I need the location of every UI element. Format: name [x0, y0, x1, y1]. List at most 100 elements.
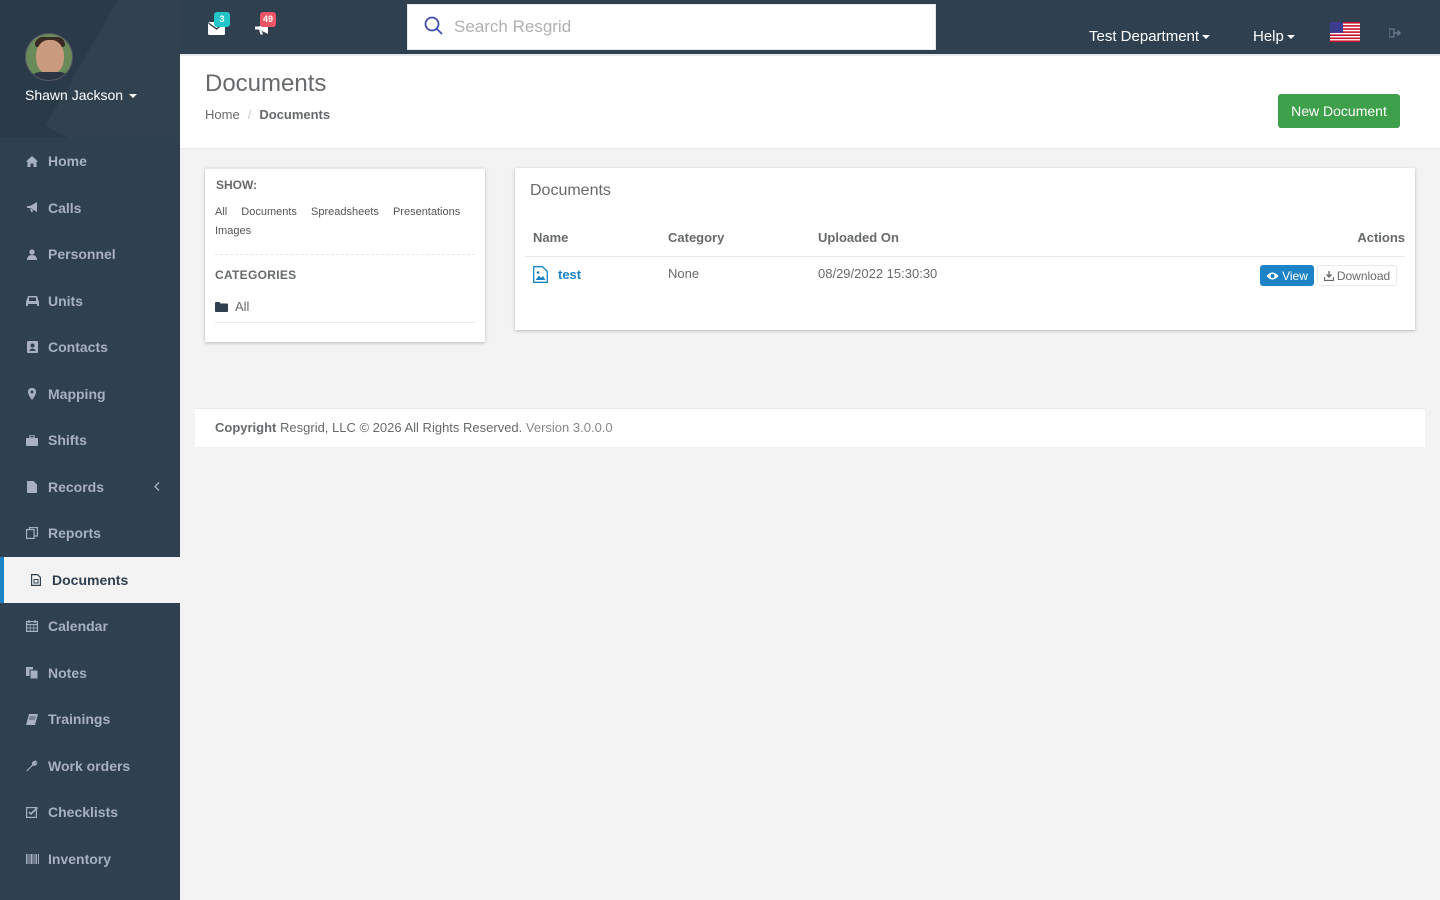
sidebar-item-inventory[interactable]: Inventory	[0, 836, 180, 883]
chevron-left-icon	[154, 480, 160, 494]
document-category: None	[668, 266, 700, 281]
us-flag-icon[interactable]	[1330, 22, 1360, 42]
sidebar-item-units[interactable]: Units	[0, 278, 180, 325]
sidebar-item-label: Work orders	[48, 757, 131, 774]
profile-name: Shawn Jackson	[25, 87, 124, 103]
copyright-label: Copyright	[215, 420, 277, 435]
sidebar-item-label: Documents	[52, 571, 129, 588]
page-title: Documents	[205, 70, 327, 97]
sidebar-item-label: Personnel	[48, 246, 116, 263]
copy-icon	[25, 526, 39, 540]
column-header-category[interactable]: Category	[668, 230, 724, 245]
view-button[interactable]: View	[1260, 265, 1314, 286]
sign-out-icon	[1388, 28, 1401, 38]
documents-panel: Documents Name Category Uploaded On Acti…	[515, 168, 1415, 330]
logout-button[interactable]	[1388, 26, 1401, 41]
filter-images[interactable]: Images	[215, 225, 251, 237]
contact-card-icon	[25, 340, 39, 354]
filter-all[interactable]: All	[215, 206, 227, 218]
calls-button[interactable]: 49	[254, 12, 277, 38]
image-file-icon	[533, 266, 548, 283]
truck-icon	[25, 294, 39, 308]
sidebar-item-reports[interactable]: Reports	[0, 510, 180, 557]
sidebar-item-label: Trainings	[48, 711, 111, 728]
sidebar-item-mapping[interactable]: Mapping	[0, 371, 180, 418]
breadcrumb: Home / Documents	[205, 107, 330, 122]
document-name-link[interactable]: test	[533, 266, 581, 283]
column-header-actions: Actions	[1357, 230, 1405, 245]
filter-spreadsheets[interactable]: Spreadsheets	[311, 206, 379, 218]
download-label: Download	[1336, 268, 1391, 283]
search-box	[407, 4, 936, 50]
file-icon	[25, 480, 39, 494]
type-filter-list: All Documents Spreadsheets Presentations…	[215, 203, 475, 241]
briefcase-icon	[25, 433, 39, 447]
sidebar-item-label: Notes	[48, 664, 87, 681]
checklist-icon	[25, 805, 39, 819]
sidebar-item-label: Records	[48, 478, 105, 495]
download-icon	[1323, 270, 1334, 281]
filter-documents[interactable]: Documents	[241, 206, 297, 218]
sidebar-item-work-orders[interactable]: Work orders	[0, 743, 180, 790]
divider	[215, 254, 475, 255]
sidebar: Shawn Jackson Home Calls Personnel Units…	[0, 0, 180, 900]
search-icon	[424, 16, 443, 35]
document-name: test	[558, 267, 582, 282]
download-button[interactable]: Download	[1317, 265, 1397, 286]
bullhorn-icon	[25, 201, 39, 215]
department-dropdown[interactable]: Test Department	[1089, 28, 1211, 45]
caret-down-icon	[129, 94, 138, 99]
eye-icon	[1266, 272, 1279, 279]
column-header-name[interactable]: Name	[533, 230, 568, 245]
category-label: All	[235, 299, 250, 314]
document-uploaded-on: 08/29/2022 15:30:30	[818, 266, 938, 281]
avatar[interactable]	[25, 33, 73, 81]
barcode-icon	[25, 852, 39, 866]
wrench-icon	[25, 759, 39, 773]
search-input[interactable]	[454, 17, 914, 37]
sidebar-item-checklists[interactable]: Checklists	[0, 789, 180, 836]
sidebar-item-trainings[interactable]: Trainings	[0, 696, 180, 743]
profile-header: Shawn Jackson	[0, 0, 180, 138]
view-label: View	[1282, 268, 1308, 283]
breadcrumb-home[interactable]: Home	[205, 107, 240, 122]
footer: Copyright Resgrid, LLC © 2026 All Rights…	[195, 408, 1425, 447]
filter-presentations[interactable]: Presentations	[393, 206, 460, 218]
sidebar-item-label: Reports	[48, 525, 101, 542]
new-document-button[interactable]: New Document	[1278, 94, 1400, 128]
sidebar-item-calendar[interactable]: Calendar	[0, 603, 180, 650]
category-item-all[interactable]: All	[215, 299, 249, 314]
sidebar-item-notes[interactable]: Notes	[0, 650, 180, 697]
sidebar-item-contacts[interactable]: Contacts	[0, 324, 180, 371]
sidebar-item-label: Inventory	[48, 850, 112, 867]
folder-icon	[215, 301, 228, 312]
help-label: Help	[1253, 28, 1284, 45]
sidebar-item-label: Calls	[48, 199, 82, 216]
copyright-text: Resgrid, LLC © 2026 All Rights Reserved.	[280, 420, 523, 435]
sidebar-item-label: Mapping	[48, 385, 106, 402]
sidebar-item-calls[interactable]: Calls	[0, 185, 180, 232]
messages-count-badge: 3	[214, 12, 230, 27]
version-text: Version 3.0.0.0	[525, 420, 613, 435]
help-dropdown[interactable]: Help	[1253, 28, 1295, 45]
divider	[215, 322, 475, 323]
table-header-divider	[525, 256, 1405, 257]
sidebar-nav: Home Calls Personnel Units Contacts Mapp…	[0, 138, 180, 882]
sidebar-item-records[interactable]: Records	[0, 464, 180, 511]
page-heading: Documents Home / Documents New Document	[180, 56, 1440, 149]
categories-label: CATEGORIES	[215, 268, 297, 282]
map-marker-icon	[25, 387, 39, 401]
caret-down-icon	[1202, 35, 1211, 40]
breadcrumb-current: Documents	[259, 107, 331, 122]
notes-icon	[25, 666, 39, 680]
sidebar-item-label: Home	[48, 153, 87, 170]
sidebar-item-personnel[interactable]: Personnel	[0, 231, 180, 278]
profile-name-dropdown[interactable]: Shawn Jackson	[25, 87, 138, 103]
sidebar-item-shifts[interactable]: Shifts	[0, 417, 180, 464]
show-label: SHOW:	[216, 178, 258, 192]
column-header-uploaded-on[interactable]: Uploaded On	[818, 230, 899, 245]
caret-down-icon	[1286, 35, 1295, 40]
sidebar-item-documents[interactable]: Documents	[0, 556, 180, 603]
messages-button[interactable]: 3	[208, 12, 230, 38]
sidebar-item-home[interactable]: Home	[0, 138, 180, 185]
